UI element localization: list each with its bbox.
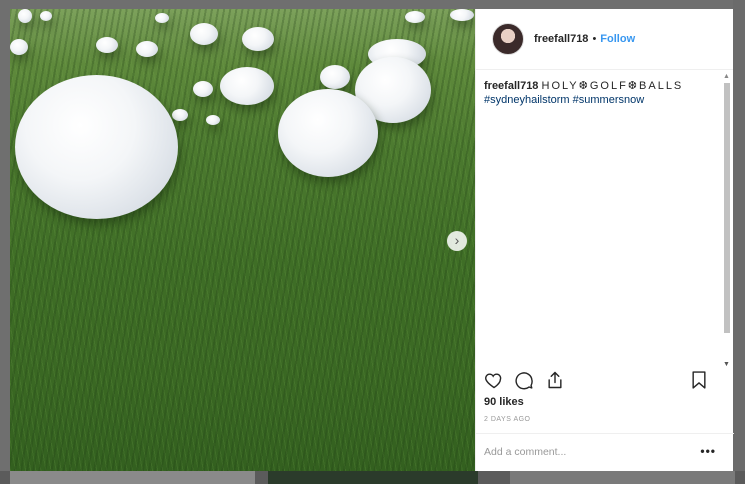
more-options-button[interactable]: ••• — [700, 444, 716, 458]
share-icon[interactable] — [545, 370, 565, 390]
post-timestamp[interactable]: 2 DAYS AGO — [484, 416, 531, 423]
follow-button[interactable]: Follow — [600, 33, 635, 45]
caption-username-link[interactable]: freefall718 — [484, 80, 538, 92]
hailstone — [18, 9, 32, 23]
hailstone — [193, 81, 213, 97]
post-actions — [484, 370, 714, 392]
scroll-down-arrow-icon[interactable]: ▼ — [723, 361, 730, 368]
scroll-up-arrow-icon[interactable]: ▲ — [723, 73, 730, 80]
hailstone — [320, 65, 350, 89]
hashtags-link[interactable]: #sydneyhailstorm #summersnow — [484, 94, 644, 106]
hailstone — [172, 109, 188, 121]
thumbnail — [10, 471, 255, 484]
thumbnail — [510, 471, 735, 484]
next-image-button[interactable]: › — [447, 231, 467, 251]
thumbnail — [268, 471, 478, 484]
scroll-thumb[interactable] — [724, 83, 730, 333]
comment-icon[interactable] — [514, 370, 534, 390]
hailstone — [190, 23, 218, 45]
likes-count[interactable]: 90 likes — [484, 396, 524, 408]
hailstone — [96, 37, 118, 53]
hailstone — [40, 11, 52, 21]
hailstone — [405, 11, 425, 23]
comment-bar: ••• — [476, 433, 734, 471]
hailstone — [278, 89, 378, 177]
heart-icon[interactable] — [484, 370, 504, 390]
post-header: freefall718 • Follow — [476, 9, 733, 70]
avatar[interactable] — [492, 23, 524, 55]
comments-scrollbar[interactable]: ▲ ▼ — [723, 73, 731, 368]
overlay-background — [733, 0, 745, 484]
background-post-thumbnails — [0, 471, 745, 484]
username-link[interactable]: freefall718 — [534, 33, 588, 45]
post-sidebar: freefall718 • Follow freefall718 HOLY❆GO… — [475, 9, 734, 471]
post-photo[interactable]: › — [10, 9, 475, 471]
hailstone — [242, 27, 274, 51]
comment-input[interactable] — [484, 446, 684, 458]
hailstone — [220, 67, 274, 105]
hailstone — [206, 115, 220, 125]
post-modal: › freefall718 • Follow freefall718 HOLY❆… — [10, 9, 734, 471]
hailstone — [155, 13, 169, 23]
bookmark-icon[interactable] — [689, 370, 709, 390]
hailstone — [450, 9, 474, 21]
separator-dot: • — [592, 33, 597, 45]
caption-text: HOLY❆GOLF❆BALLS — [541, 80, 684, 92]
hailstone — [15, 75, 178, 219]
hailstone — [136, 41, 158, 57]
hailstone — [10, 39, 28, 55]
post-caption: freefall718 HOLY❆GOLF❆BALLS #sydneyhails… — [484, 79, 714, 107]
